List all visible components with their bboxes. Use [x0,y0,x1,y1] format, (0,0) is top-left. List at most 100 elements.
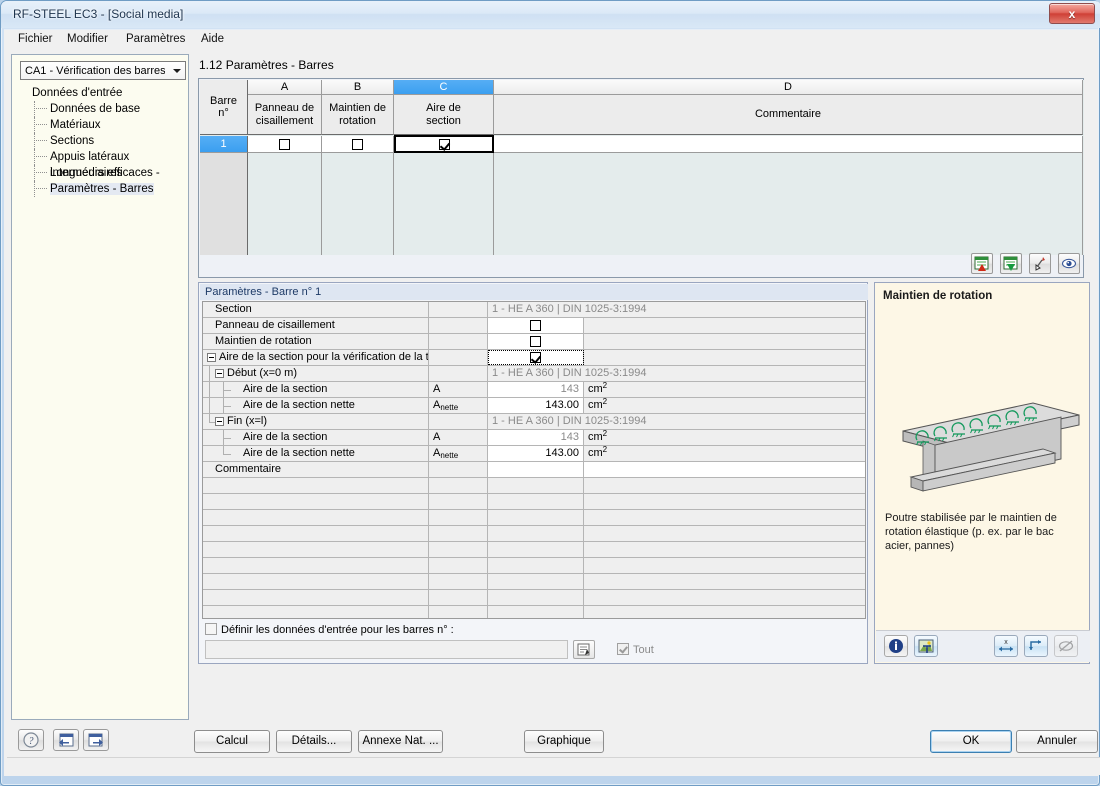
param-value-editable[interactable]: 143.00 [488,446,584,461]
param-row-empty [203,526,865,542]
param-unit [584,318,865,333]
menu-aide[interactable]: Aide [198,33,227,48]
svg-text:x: x [1004,639,1008,646]
param-row-gross-area-start[interactable]: Aire de la section A 143 cm2 [203,381,865,398]
annexe-nationale-button[interactable]: Annexe Nat. ... [358,730,443,753]
checkbox-rotational-restraint[interactable] [352,138,363,150]
param-value-section-start: 1 - HE A 360 | DIN 1025-3:1994 [488,366,865,381]
column-header-a[interactable]: A [248,80,322,95]
calcul-button[interactable]: Calcul [194,730,270,753]
param-checkbox-cell-focused[interactable] [488,350,584,365]
cell-d1-comment[interactable] [494,136,1083,153]
sidebar-item-longueurs-efficaces[interactable]: Longueurs efficaces - Barres [12,165,188,195]
row-header-1[interactable]: 1 [200,136,248,153]
axis-system-icon[interactable] [1024,635,1048,657]
menu-parametres[interactable]: Paramètres [123,33,188,48]
param-symbol [429,462,488,477]
param-symbol: Anette [429,398,488,413]
param-symbol: A [429,382,488,397]
define-members-checkbox-row[interactable]: Définir les données d'entrée pour les ba… [205,623,454,636]
param-label: Commentaire [203,462,429,477]
image-settings-icon[interactable] [914,635,938,657]
info-icon[interactable] [884,635,908,657]
param-row-empty [203,574,865,590]
param-label-group: Fin (x=l) [203,414,429,429]
chevron-down-icon [173,69,181,73]
collapse-icon[interactable] [207,352,216,362]
next-page-button[interactable] [83,729,109,751]
sidebar-item-materiaux[interactable]: Matériaux [12,117,188,133]
sidebar-item-donnees-de-base[interactable]: Données de base [12,101,188,117]
graphique-button[interactable]: Graphique [524,730,604,753]
pick-members-icon [577,643,590,656]
menu-modifier[interactable]: Modifier [64,33,111,48]
parameters-table: Section 1 - HE A 360 | DIN 1025-3:1994 P… [202,301,866,619]
cell-a1-shear-panel[interactable] [248,136,322,153]
column-header-d[interactable]: D [494,80,1083,95]
param-row-end-group[interactable]: Fin (x=l) 1 - HE A 360 | DIN 1025-3:1994 [203,414,865,430]
checkbox-rotational-restraint-param[interactable] [530,336,541,347]
param-value-editable[interactable]: 143.00 [488,398,584,413]
param-row-section[interactable]: Section 1 - HE A 360 | DIN 1025-3:1994 [203,302,865,318]
param-label: Section [203,302,429,317]
info-panel-toolbar: x [876,630,1090,662]
param-row-net-area-start[interactable]: Aire de la section nette Anette 143.00 c… [203,397,865,414]
param-checkbox-cell[interactable] [488,334,584,349]
checkbox-define-members[interactable] [205,623,217,635]
define-members-input[interactable] [205,640,568,659]
svg-text:?: ? [29,736,34,747]
tout-label-text: Tout [633,644,654,656]
param-label: Maintien de rotation [203,334,429,349]
param-row-section-area-check[interactable]: Aire de la section pour la vérification … [203,350,865,366]
grid-empty-col-b [322,153,394,255]
param-row-rotational-restraint[interactable]: Maintien de rotation [203,334,865,350]
param-value-section-end: 1 - HE A 360 | DIN 1025-3:1994 [488,414,865,429]
checkbox-section-area[interactable] [438,138,450,150]
hide-dimensions-icon[interactable] [1054,635,1078,657]
main-content: 1.12 Paramètres - Barres Barre n° A B C … [194,54,1098,753]
param-checkbox-cell[interactable] [488,318,584,333]
dimension-x-icon[interactable]: x [994,635,1018,657]
close-button[interactable]: x [1049,3,1095,24]
collapse-icon[interactable] [215,416,224,426]
column-header-b[interactable]: B [322,80,394,95]
excel-export-icon[interactable] [999,253,1022,274]
case-selector-combobox[interactable]: CA1 - Vérification des barres en [20,61,186,80]
param-unit [584,462,865,477]
param-row-empty [203,478,865,494]
menu-fichier[interactable]: Fichier [15,33,56,48]
sidebar-item-parametres-barres[interactable]: Paramètres - Barres [12,181,188,197]
param-row-gross-area-end[interactable]: Aire de la section A 143 cm2 [203,429,865,446]
param-row-empty [203,606,865,618]
cell-c1-section-area[interactable] [394,135,494,153]
checkbox-shear-panel-param[interactable] [530,320,541,331]
checkbox-tout[interactable] [617,643,629,655]
ok-button[interactable]: OK [930,730,1012,753]
cell-b1-rotational-restraint[interactable] [322,136,394,153]
excel-import-icon[interactable] [970,253,993,274]
help-button[interactable]: ? [18,729,44,751]
previous-page-button[interactable] [53,729,79,751]
column-header-c[interactable]: C [394,80,494,95]
page-title: 1.12 Paramètres - Barres [199,58,334,72]
param-label: Aire de la section nette [203,398,429,413]
checkbox-section-area-param[interactable] [530,352,541,363]
tout-checkbox-row[interactable]: Tout [617,643,654,656]
annuler-button[interactable]: Annuler [1016,730,1098,753]
param-row-shear-panel[interactable]: Panneau de cisaillement [203,318,865,334]
pick-select-icon[interactable] [1028,253,1051,274]
param-row-empty [203,558,865,574]
sidebar-item-sections[interactable]: Sections [12,133,188,149]
collapse-icon[interactable] [215,368,224,378]
param-row-empty [203,542,865,558]
pick-members-button[interactable] [573,640,595,659]
visibility-eye-icon[interactable] [1058,253,1080,274]
checkbox-shear-panel[interactable] [279,138,290,150]
details-button[interactable]: Détails... [276,730,352,753]
define-members-section: Définir les données d'entrée pour les ba… [205,623,860,661]
sidebar-item-appuis-lateraux[interactable]: Appuis latéraux intermédiaires [12,149,188,179]
param-value-comment[interactable] [488,462,584,477]
param-row-net-area-end[interactable]: Aire de la section nette Anette 143.00 c… [203,445,865,462]
param-row-comment[interactable]: Commentaire [203,462,865,478]
param-row-start-group[interactable]: Début (x=0 m) 1 - HE A 360 | DIN 1025-3:… [203,366,865,382]
